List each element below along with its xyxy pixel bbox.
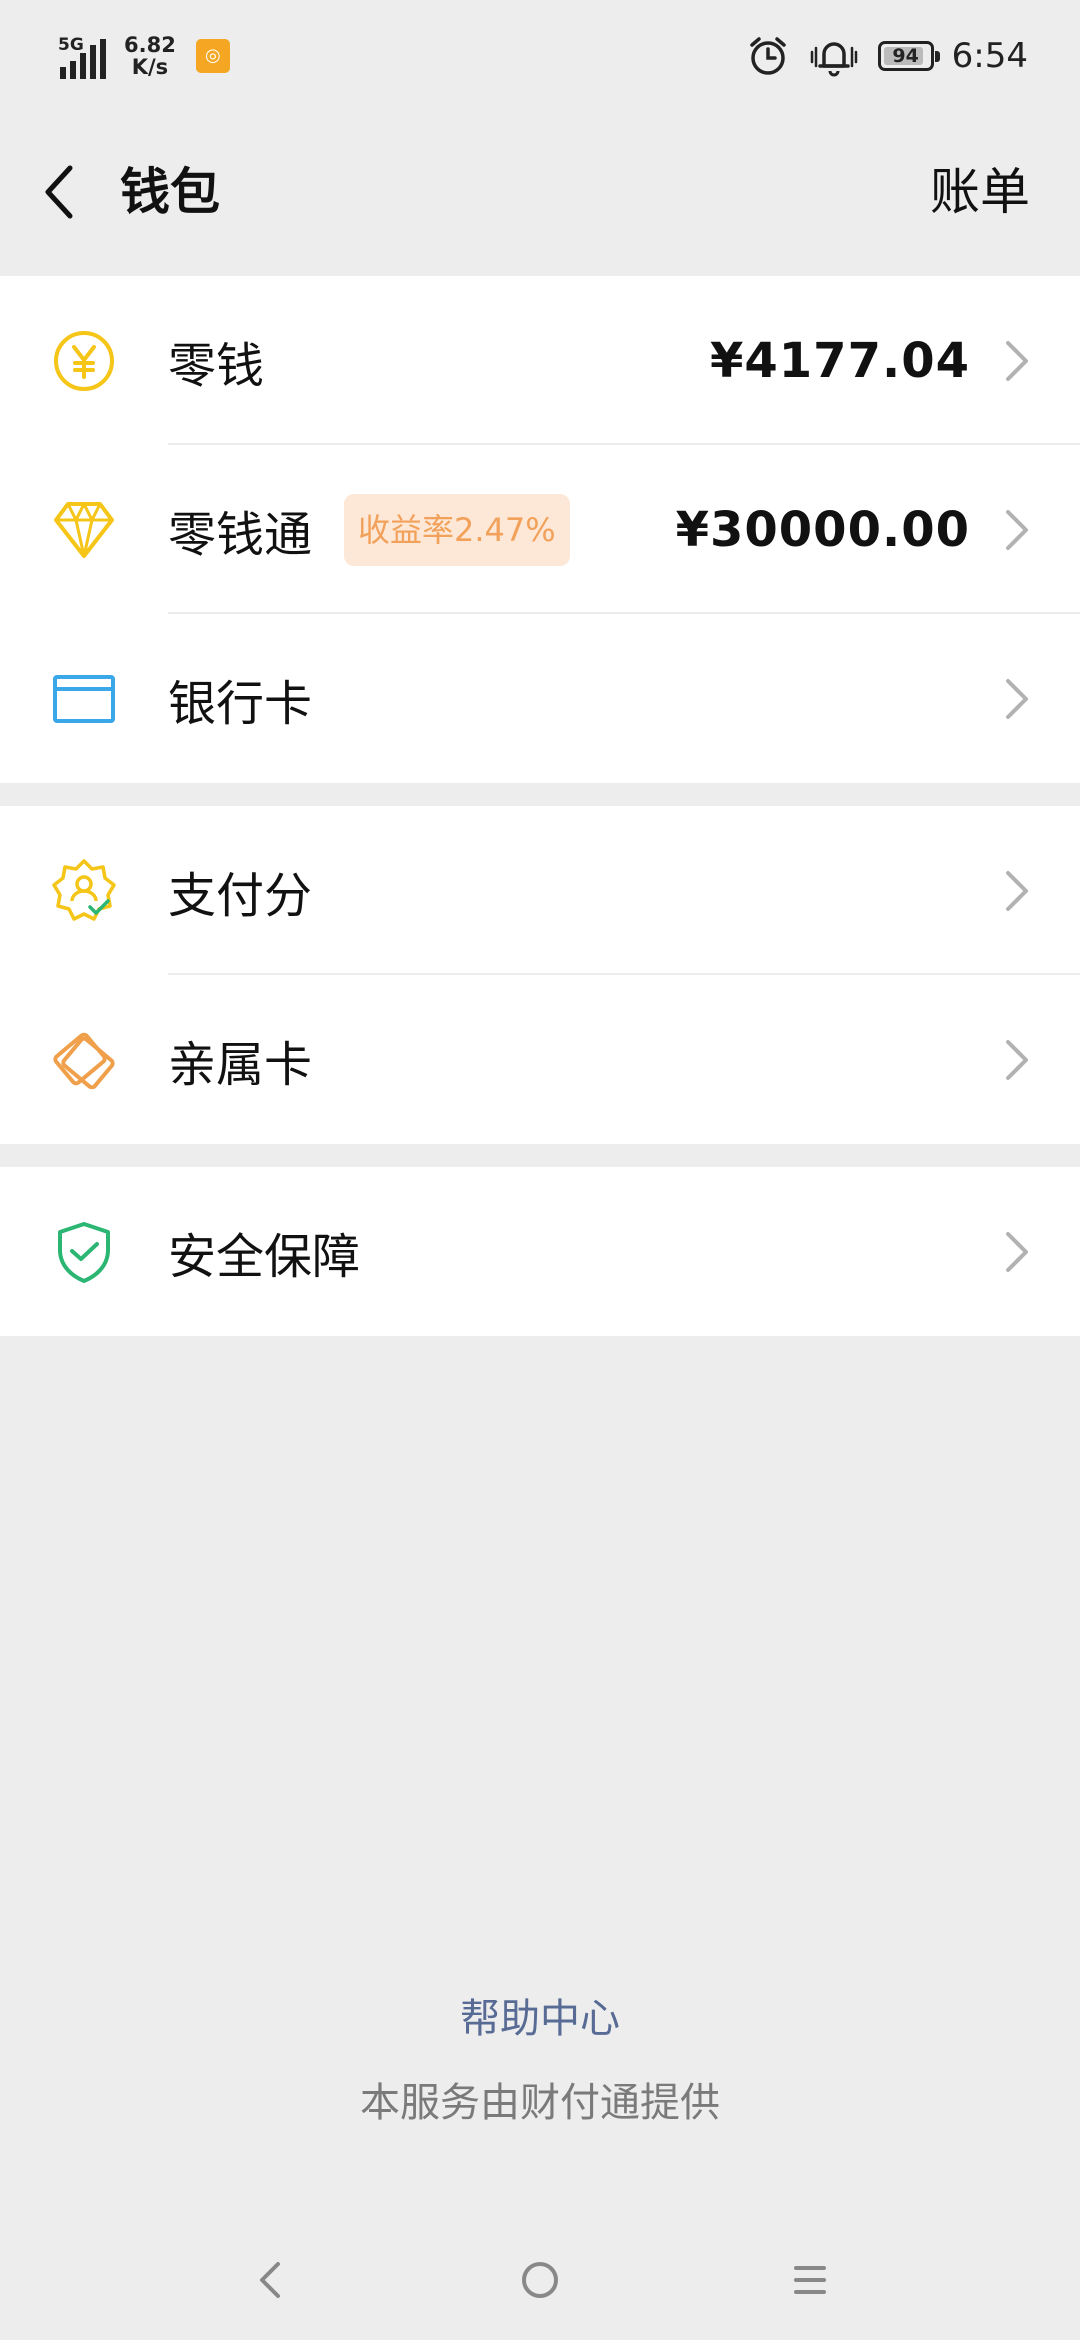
network-speed-value: 6.82 bbox=[124, 33, 176, 57]
list-item-family-card[interactable]: 亲属卡 bbox=[0, 975, 1080, 1144]
chevron-right-icon bbox=[1006, 340, 1028, 381]
status-time: 6:54 bbox=[951, 36, 1028, 76]
list-item-label: 银行卡 bbox=[168, 675, 313, 732]
page-title: 钱包 bbox=[120, 163, 220, 221]
list-item-label: 安全保障 bbox=[168, 1228, 361, 1285]
nav-home-button[interactable] bbox=[510, 2250, 570, 2310]
bank-card-icon bbox=[53, 674, 115, 723]
shield-check-icon bbox=[58, 1221, 110, 1283]
list-item-change[interactable]: 零钱 ¥4177.04 bbox=[0, 276, 1080, 445]
pay-score-badge-icon bbox=[52, 858, 116, 921]
chevron-right-icon bbox=[1006, 678, 1028, 719]
chevron-right-icon bbox=[1006, 1231, 1028, 1272]
nav-menu-icon bbox=[794, 2266, 826, 2294]
network-type: 5G bbox=[58, 35, 84, 55]
alarm-icon bbox=[749, 37, 786, 75]
chevron-left-icon bbox=[45, 165, 73, 219]
status-bar: 5G 6.82 K/s ◎ 94 6:54 bbox=[0, 0, 1080, 110]
list-item-security[interactable]: 安全保障 bbox=[0, 1167, 1080, 1336]
status-left: 5G 6.82 K/s ◎ bbox=[56, 28, 230, 84]
system-nav-bar bbox=[0, 2220, 1080, 2340]
list-item-pay-score[interactable]: 支付分 bbox=[0, 806, 1080, 975]
signal-bar bbox=[60, 67, 66, 79]
list-item-label: 零钱通 bbox=[168, 506, 313, 563]
list-item-label: 零钱 bbox=[168, 337, 265, 394]
lingqiantong-balance: ¥30000.00 bbox=[675, 501, 970, 558]
chevron-right-icon bbox=[1006, 509, 1028, 550]
yield-rate-badge: 收益率2.47% bbox=[344, 493, 570, 566]
chevron-right-icon bbox=[1006, 870, 1028, 911]
app-header: 钱包 账单 bbox=[0, 110, 1080, 276]
signal-bar bbox=[100, 39, 106, 79]
nav-back-icon bbox=[260, 2262, 280, 2298]
help-center-link[interactable]: 帮助中心 bbox=[0, 1986, 1080, 2044]
change-balance: ¥4177.04 bbox=[709, 332, 970, 389]
vibrate-bell-icon bbox=[810, 42, 857, 77]
wallet-group-security: 安全保障 bbox=[0, 1167, 1080, 1336]
list-item-bank-card[interactable]: 银行卡 bbox=[0, 614, 1080, 783]
network-speed-unit: K/s bbox=[131, 55, 169, 79]
service-provider-note: 本服务由财付通提供 bbox=[360, 2080, 720, 2126]
bill-button[interactable]: 账单 bbox=[930, 154, 1030, 230]
battery-icon: 94 bbox=[877, 41, 940, 71]
app-notification-icon: ◎ bbox=[195, 39, 230, 73]
yuan-coin-icon bbox=[54, 330, 114, 391]
network-speed: 6.82 K/s bbox=[124, 34, 176, 78]
wallet-group-services: 支付分 亲属卡 bbox=[0, 806, 1080, 1144]
nav-back-button[interactable] bbox=[240, 2250, 300, 2310]
battery-level: 94 bbox=[892, 45, 919, 67]
chevron-right-icon bbox=[1006, 1039, 1028, 1080]
signal-strength-icon: 5G bbox=[56, 33, 106, 79]
nav-menu-button[interactable] bbox=[780, 2250, 840, 2310]
signal-bar bbox=[80, 53, 86, 79]
list-item-lingqiantong[interactable]: 零钱通 收益率2.47% ¥30000.00 bbox=[0, 445, 1080, 614]
signal-bar bbox=[70, 61, 76, 79]
back-button[interactable] bbox=[34, 152, 84, 232]
list-item-label: 支付分 bbox=[168, 867, 313, 924]
diamond-icon bbox=[54, 501, 114, 558]
signal-bar bbox=[90, 45, 96, 79]
family-card-icon bbox=[53, 1032, 115, 1089]
wallet-group-balances: 零钱 ¥4177.04 零钱通 收益率2.47% ¥30000.00 银行卡 bbox=[0, 276, 1080, 783]
status-right: 94 6:54 bbox=[746, 30, 1028, 82]
nav-home-icon bbox=[522, 2262, 558, 2298]
list-item-label: 亲属卡 bbox=[168, 1036, 313, 1093]
